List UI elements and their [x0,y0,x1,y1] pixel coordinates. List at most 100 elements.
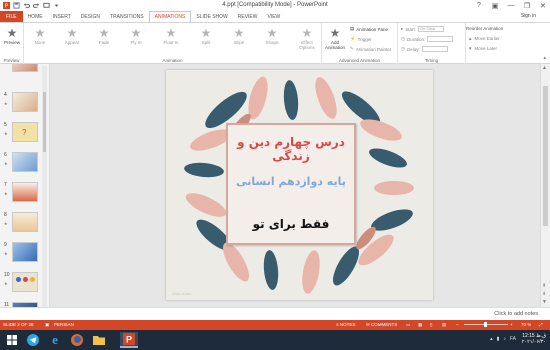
reading-view-icon[interactable]: ▯ [430,322,432,328]
slide-thumbnail[interactable]: 10 ★ [4,272,44,298]
tab-slide-show[interactable]: SLIDE SHOW [191,11,232,22]
network-icon[interactable]: ▮ [497,336,500,342]
tab-insert[interactable]: INSERT [48,11,76,22]
help-button[interactable]: ? [474,2,484,9]
tab-design[interactable]: DESIGN [76,11,105,22]
zoom-out-icon[interactable]: − [456,322,459,327]
file-explorer-taskbar-icon[interactable] [90,332,108,348]
folder-icon [93,336,105,345]
animation-label: Fly In [130,40,142,45]
language-indicator[interactable]: PERSIAN [54,322,74,327]
slide-thumbnail[interactable]: 3 [4,64,44,78]
next-slide-icon[interactable]: ⇟ [542,291,546,297]
scroll-down-icon[interactable]: ▼ [542,299,547,305]
animation-wipe[interactable]: ★ Wipe [227,26,251,45]
telegram-taskbar-icon[interactable] [24,332,42,348]
tray-expand-icon[interactable]: ▴ [490,336,493,342]
spelling-icon[interactable]: ▣ [45,322,49,328]
animation-painter-button[interactable]: ✎ Animation Painter [350,46,391,52]
tab-review[interactable]: REVIEW [233,11,263,22]
zoom-level[interactable]: 70 % [521,322,531,327]
slide-show-view-icon[interactable]: ▤ [442,322,446,328]
title-frame[interactable]: درس چهارم دین و زندگی پایه دوازدهم انسان… [226,123,356,245]
slide-thumbnail-image [12,152,38,172]
notes-toggle[interactable]: ≡ NOTES [336,322,355,327]
effect-options-button[interactable]: ★ Effect Options [294,26,320,50]
notes-placeholder[interactable]: Click to add notes [494,311,538,317]
animation-fade[interactable]: ★ Fade [92,26,116,45]
tab-home[interactable]: HOME [23,11,48,22]
animation-painter-label: Animation Painter [355,46,392,52]
volume-icon[interactable]: ♪ [503,336,506,342]
editor-scroll-thumb[interactable] [543,86,548,226]
tab-view[interactable]: VIEW [263,11,286,22]
zoom-slider-handle[interactable] [484,322,487,327]
float-in-icon: ★ [165,26,177,40]
scroll-up-icon[interactable]: ▲ [542,65,547,71]
timing-group-label: Timing [424,58,439,63]
tab-file[interactable]: FILE [0,11,23,22]
animation-shape[interactable]: ★ Shape [260,26,284,45]
animation-appear[interactable]: ★ Appear [60,26,84,45]
slide-canvas[interactable]: درس چهارم دین و زندگی پایه دوازدهم انسان… [166,70,433,300]
previous-slide-icon[interactable]: ⇞ [542,283,546,289]
add-animation-button[interactable]: ★ Add Animation [324,26,346,50]
animation-fly-in[interactable]: ★ Fly In [124,26,148,45]
move-later-button[interactable]: ▼ Move Later [468,46,497,51]
comments-toggle[interactable]: ✉ COMMENTS [366,322,397,328]
slide-thumbnail[interactable]: 9 ★ [4,242,44,268]
sign-in-link[interactable]: Sign in [521,13,536,19]
ribbon-display-options-button[interactable]: ▣ [490,2,500,10]
trigger-button[interactable]: ⚡ Trigger [350,36,372,42]
animation-split[interactable]: ★ Split [194,26,218,45]
editor-scrollbar[interactable]: ▲ ⇞ ⇟ ▼ [540,64,550,307]
fit-to-window-icon[interactable]: ⤢ [539,322,543,327]
tab-animations[interactable]: ANIMATIONS [148,11,192,22]
animation-label: Split [201,40,211,45]
slide-thumbnail[interactable]: 7 ★ [4,182,44,208]
preview-button[interactable]: ★ Preview [0,26,24,45]
internet-explorer-icon: e [52,332,58,347]
close-button[interactable]: ✕ [538,2,548,10]
normal-view-icon[interactable]: ▭ [406,322,410,328]
slide-thumbnail[interactable]: 8 ★ [4,212,44,238]
collapse-ribbon-icon[interactable]: ▴ [543,55,546,61]
slide-sorter-view-icon[interactable]: ▦ [418,322,422,328]
tab-transitions[interactable]: TRANSITIONS [105,11,149,22]
animation-pane-button[interactable]: ▤ Animation Pane [350,26,388,32]
language-indicator-tray[interactable]: FA [510,336,516,342]
slide-thumbnail[interactable]: 6 ★ [4,152,44,178]
delay-input[interactable] [421,46,448,52]
clock-date: ۲۰۲۱/۰۶/۳۰ [521,339,546,345]
slide-thumbnail[interactable]: 4 ★ [4,92,44,118]
clock[interactable]: 12:15 ق.ظ ۲۰۲۱/۰۶/۳۰ [522,333,546,345]
title-bar: P 4.ppt [Compatibility Mode] - PowerPoin… [0,0,550,11]
move-earlier-button[interactable]: ▲ Move Earlier [468,36,500,41]
duration-input[interactable] [427,36,454,42]
animation-label: None [34,40,46,45]
split-icon: ★ [200,26,212,40]
minimize-button[interactable]: — [506,2,516,9]
duration-label: Duration: [406,36,426,42]
animation-star-icon: ★ [4,161,8,166]
slide-thumbnail[interactable]: 5 ★? [4,122,44,148]
slide-tagline[interactable]: فقط برای تو [228,217,354,231]
start-button[interactable] [3,332,21,348]
thumbnail-scroll-thumb[interactable] [43,92,46,152]
animation-star-icon: ★ [4,101,8,106]
animation-none[interactable]: ★ None [28,26,52,45]
thumbnail-scrollbar[interactable] [42,66,47,318]
notes-pane[interactable]: Click to add notes [0,307,550,320]
restore-button[interactable]: ❐ [522,2,532,10]
powerpoint-taskbar-icon[interactable]: P [120,332,138,348]
slide-title[interactable]: درس چهارم دین و زندگی [228,135,354,163]
internet-explorer-taskbar-icon[interactable]: e [46,332,64,348]
add-animation-icon: ★ [329,26,341,40]
animation-label: Wipe [233,40,245,45]
zoom-in-icon[interactable]: + [510,322,513,327]
slide-subtitle[interactable]: پایه دوازدهم انسانی [228,175,354,188]
start-select[interactable]: On Click [418,26,445,32]
timing-group: ▸ Start: On Click ◷ Duration: ◷ Delay: Reord… [398,23,503,64]
firefox-taskbar-icon[interactable] [68,332,86,348]
animation-float-in[interactable]: ★ Float In [159,26,183,45]
